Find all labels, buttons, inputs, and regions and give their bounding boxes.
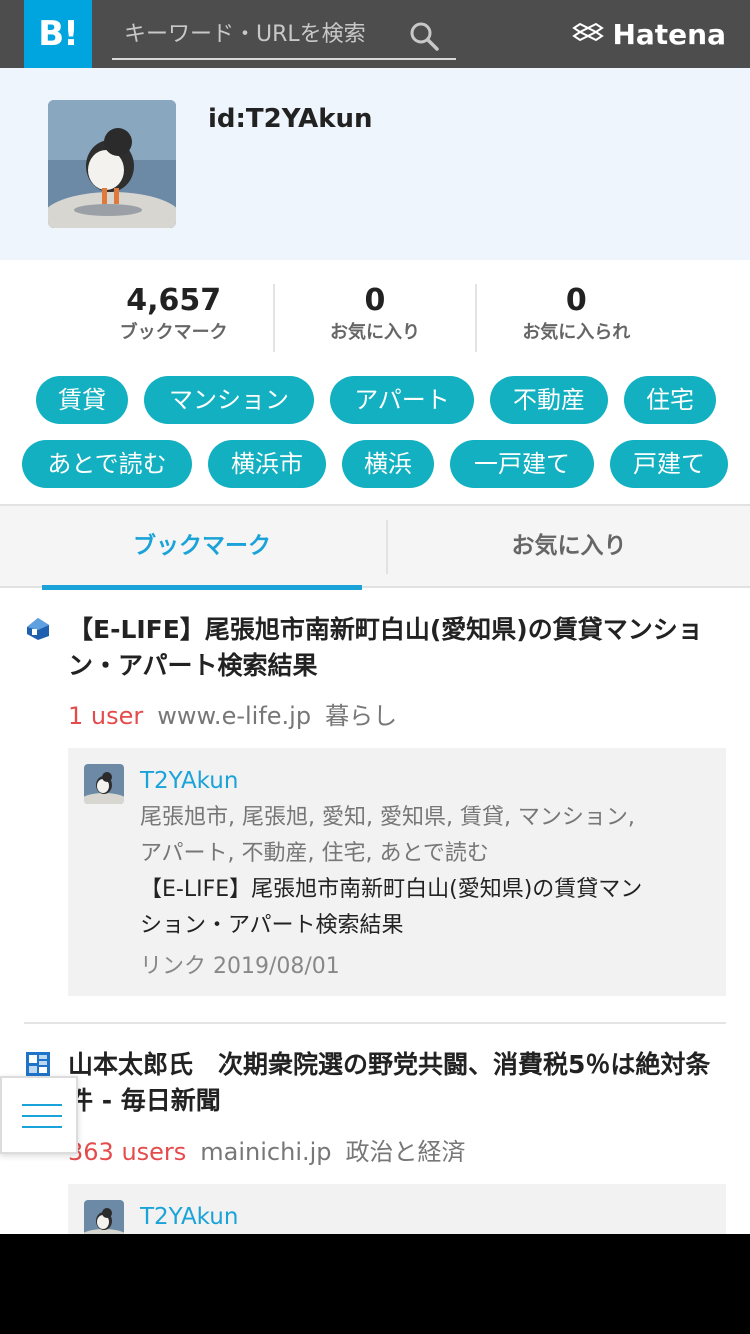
house-icon <box>27 618 49 640</box>
stat-value: 4,657 <box>126 283 222 318</box>
comment-tags: 尾張旭市, 尾張旭, 愛知, 愛知県, 賃貸, マンション, アパート, 不動産… <box>140 805 635 866</box>
app-screen: B! Hatena <box>0 0 750 1234</box>
tag-chip[interactable]: 横浜市 <box>208 440 326 488</box>
stats-row: 4,657 ブックマーク 0 お気に入り 0 お気に入られ <box>74 284 676 352</box>
tag-chip[interactable]: 賃貸 <box>36 376 128 424</box>
hatena-brand-text: Hatena <box>612 17 726 51</box>
bookmark-comment: T2YAkun <box>68 1184 726 1234</box>
user-avatar[interactable] <box>48 100 176 228</box>
search-bar[interactable] <box>112 10 456 60</box>
entry-domain[interactable]: mainichi.jp <box>200 1138 331 1166</box>
comment-username[interactable]: T2YAkun <box>140 768 238 794</box>
tab-favorites[interactable]: お気に入り <box>388 506 750 588</box>
stat-value: 0 <box>565 283 587 318</box>
comment-username[interactable]: T2YAkun <box>140 1204 238 1230</box>
entry-domain[interactable]: www.e-life.jp <box>157 702 311 730</box>
tab-bookmarks[interactable]: ブックマーク <box>42 506 362 590</box>
menu-icon-line <box>22 1115 62 1117</box>
comment-avatar[interactable] <box>84 1200 124 1234</box>
stat-favorites[interactable]: 0 お気に入り <box>273 284 474 352</box>
stat-favorited-by[interactable]: 0 お気に入られ <box>474 283 676 352</box>
tag-chip[interactable]: アパート <box>330 376 474 424</box>
stat-value: 0 <box>364 283 386 318</box>
hatena-logo-icon <box>572 22 605 42</box>
tag-chip[interactable]: 一戸建て <box>450 440 594 488</box>
menu-icon-line <box>22 1126 62 1128</box>
user-count[interactable]: 1 user <box>68 702 143 730</box>
stat-label: お気に入り <box>329 322 420 343</box>
tab-bar: ブックマーク お気に入り <box>0 504 750 590</box>
header-bar: B! Hatena <box>0 0 750 68</box>
entry-meta: 1 user www.e-life.jp 暮らし <box>68 696 397 731</box>
tag-chip[interactable]: 横浜 <box>342 440 434 488</box>
comment-title: 【E-LIFE】尾張旭市南新町白山(愛知県)の賃貸マンション・アパート検索結果 <box>140 877 643 938</box>
user-id: id:T2YAkun <box>208 104 373 134</box>
hatena-bookmark-logo[interactable]: B! <box>24 0 92 68</box>
search-icon[interactable] <box>408 20 440 52</box>
search-input[interactable] <box>124 14 404 54</box>
tag-chip[interactable]: 不動産 <box>490 376 608 424</box>
entry-category[interactable]: 政治と経済 <box>346 1138 466 1166</box>
building-icon <box>26 1052 50 1076</box>
hatena-brand[interactable]: Hatena <box>572 14 726 54</box>
entry-meta: 363 users mainichi.jp 政治と経済 <box>68 1132 466 1167</box>
user-count[interactable]: 363 users <box>68 1138 186 1166</box>
comment-avatar[interactable] <box>84 764 124 804</box>
entry-title[interactable]: 山本太郎氏 次期衆院選の野党共闘、消費税5％は絶対条件 - 毎日新聞 <box>68 1047 724 1119</box>
tag-chip[interactable]: 戸建て <box>610 440 728 488</box>
entry-title[interactable]: 【E-LIFE】尾張旭市南新町白山(愛知県)の賃貸マンション・アパート検索結果 <box>68 612 724 684</box>
profile-section: id:T2YAkun <box>0 68 750 260</box>
bookmark-comment: T2YAkun 尾張旭市, 尾張旭, 愛知, 愛知県, 賃貸, マンション, ア… <box>68 748 726 996</box>
stat-label: お気に入られ <box>522 322 631 343</box>
menu-icon-line <box>22 1104 62 1106</box>
tag-chip[interactable]: 住宅 <box>624 376 716 424</box>
stat-bookmarks[interactable]: 4,657 ブックマーク <box>74 284 273 352</box>
tag-chip[interactable]: マンション <box>144 376 314 424</box>
entry-category[interactable]: 暮らし <box>325 702 397 730</box>
menu-button[interactable] <box>0 1076 78 1154</box>
comment-date[interactable]: リンク 2019/08/01 <box>140 948 340 980</box>
entry-divider <box>24 1022 726 1024</box>
tag-chip[interactable]: あとで読む <box>22 440 192 488</box>
stat-label: ブックマーク <box>119 322 228 343</box>
